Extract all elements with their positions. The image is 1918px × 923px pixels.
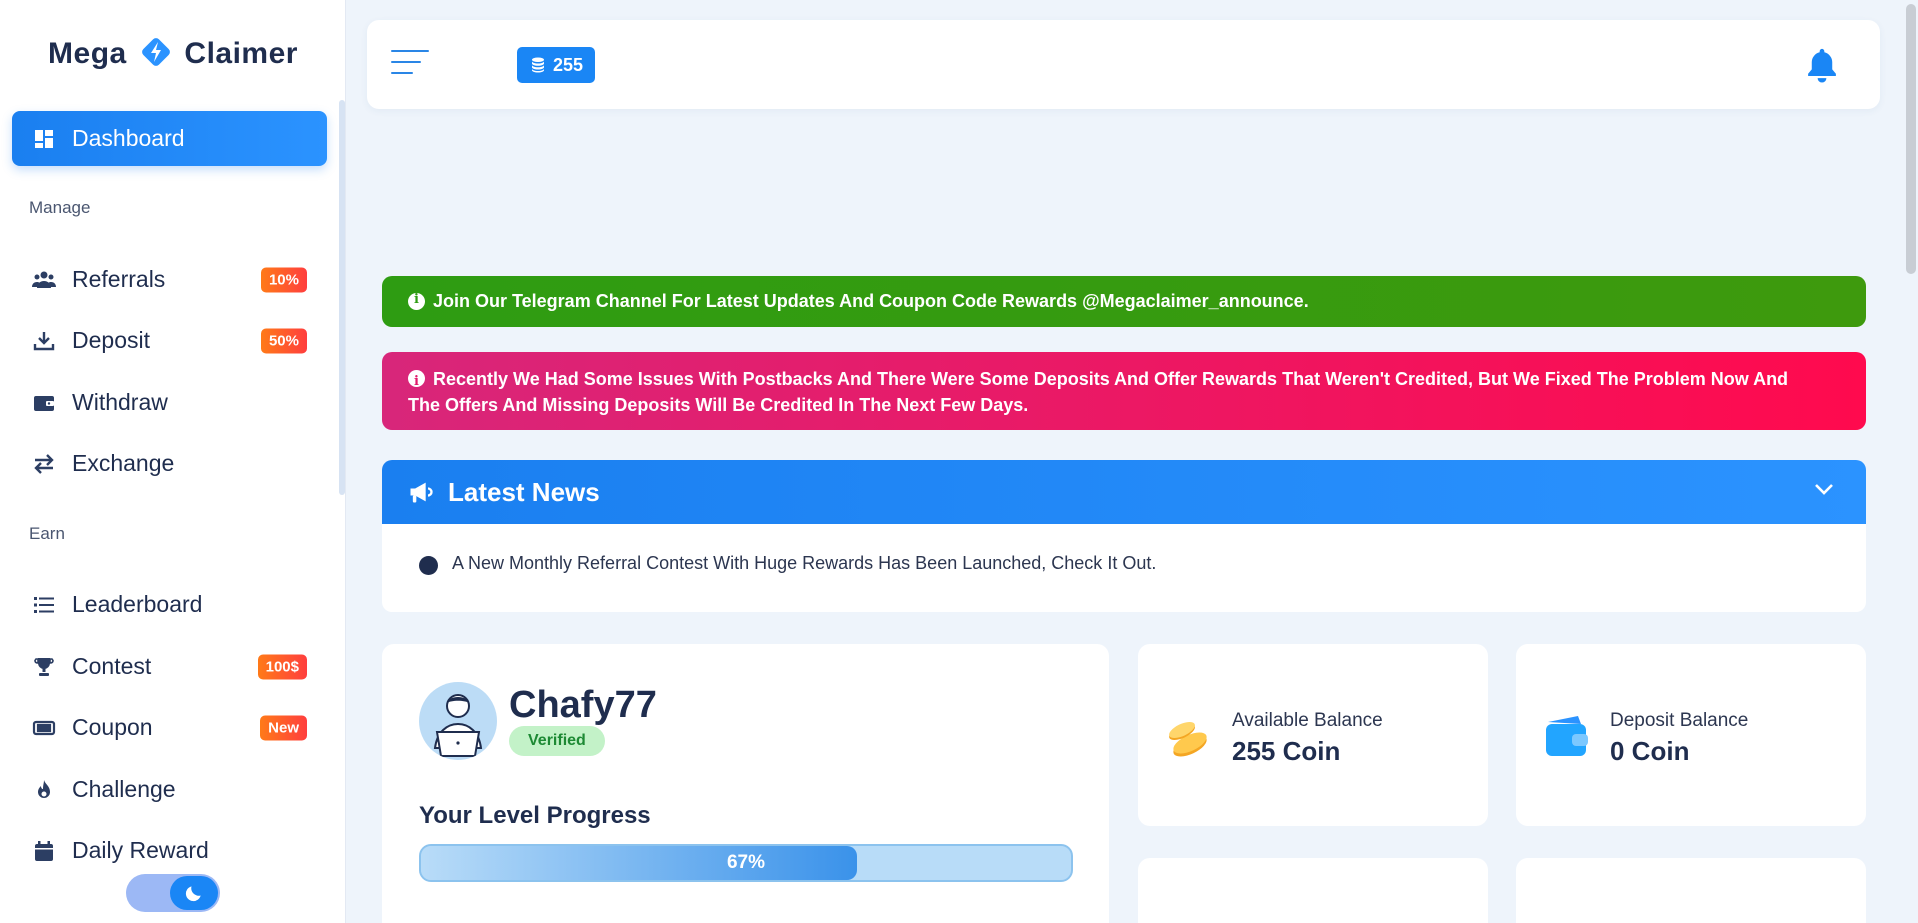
verified-badge: Verified <box>509 726 605 756</box>
deposit-balance-card: Deposit Balance 0 Coin <box>1516 644 1866 826</box>
top-bar: 255 <box>367 20 1880 109</box>
level-progress-title: Your Level Progress <box>419 802 651 829</box>
dashboard-icon <box>30 125 58 153</box>
sidebar: Mega Claimer Dashboard Manage Referrals … <box>0 0 346 923</box>
exchange-icon <box>30 450 58 478</box>
level-progress-bar: 67% <box>419 844 1073 882</box>
news-item-text: A New Monthly Referral Contest With Huge… <box>452 553 1157 573</box>
brand-logo[interactable]: Mega Claimer <box>0 36 346 71</box>
profile-card: Chafy77 Verified Your Level Progress 67% <box>382 644 1109 923</box>
coins-icon <box>532 57 544 73</box>
sidebar-item-label: Coupon <box>72 714 153 740</box>
avatar <box>419 682 497 760</box>
section-label-earn: Earn <box>29 524 65 543</box>
chevron-down-icon[interactable] <box>1814 482 1834 496</box>
username: Chafy77 <box>509 684 657 726</box>
megaphone-icon <box>410 482 433 503</box>
coin-balance-chip[interactable]: 255 <box>517 47 596 83</box>
level-progress-label: 67% <box>726 852 766 873</box>
sidebar-item-daily-reward[interactable]: Daily Reward <box>12 823 327 878</box>
page-scrollbar[interactable] <box>1906 4 1916 274</box>
stat-card-partial <box>1138 858 1488 923</box>
sidebar-item-coupon[interactable]: Coupon New <box>12 700 327 755</box>
sidebar-item-label: Challenge <box>72 776 176 802</box>
brand-name-left: Mega <box>48 37 127 70</box>
sidebar-item-challenge[interactable]: Challenge <box>12 762 327 817</box>
sidebar-item-contest[interactable]: Contest 100$ <box>12 639 327 694</box>
bullet-icon <box>419 556 438 575</box>
sidebar-item-label: Contest <box>72 653 152 679</box>
fire-icon <box>30 776 58 804</box>
users-icon <box>30 266 58 294</box>
postbacks-alert-line2: The Offers And Missing Deposits Will Be … <box>408 395 1029 415</box>
coin-count: 255 <box>553 54 584 75</box>
list-icon <box>30 591 58 619</box>
sidebar-item-leaderboard[interactable]: Leaderboard <box>12 577 327 632</box>
deposit-balance-value: 0 Coin <box>1610 736 1690 766</box>
download-icon <box>30 327 58 355</box>
ticket-icon <box>30 714 58 742</box>
sidebar-item-withdraw[interactable]: Withdraw <box>12 375 327 430</box>
referral-badge: 10% <box>260 267 307 292</box>
available-balance-value: 255 Coin <box>1232 736 1341 766</box>
moon-icon <box>170 876 218 910</box>
wallet-icon <box>30 389 58 417</box>
sidebar-item-label: Deposit <box>72 327 150 353</box>
telegram-alert-text: Join Our Telegram Channel For Latest Upd… <box>433 291 1309 311</box>
wallet-icon <box>1546 716 1588 756</box>
postbacks-alert-line1: Recently We Had Some Issues With Postbac… <box>433 369 1789 389</box>
sidebar-item-referrals[interactable]: Referrals 10% <box>12 252 327 307</box>
latest-news-header[interactable]: Latest News <box>382 460 1866 524</box>
sidebar-item-label: Withdraw <box>72 389 168 415</box>
calendar-icon <box>30 837 58 865</box>
sidebar-scrollbar[interactable] <box>339 100 345 495</box>
sidebar-item-label: Leaderboard <box>72 591 203 617</box>
stat-card-partial <box>1516 858 1866 923</box>
contest-badge: 100$ <box>257 654 307 679</box>
info-icon <box>408 369 425 395</box>
sidebar-item-deposit[interactable]: Deposit 50% <box>12 313 327 368</box>
latest-news-panel: Latest News A New Monthly Referral Conte… <box>382 460 1866 612</box>
sidebar-item-exchange[interactable]: Exchange <box>12 436 327 491</box>
available-balance-card: Available Balance 255 Coin <box>1138 644 1488 826</box>
deposit-badge: 50% <box>260 328 307 353</box>
coupon-badge: New <box>260 715 307 740</box>
info-icon <box>408 292 425 310</box>
section-label-manage: Manage <box>29 198 91 217</box>
sidebar-item-label: Referrals <box>72 266 166 292</box>
telegram-alert: Join Our Telegram Channel For Latest Upd… <box>382 276 1866 327</box>
trophy-icon <box>30 653 58 681</box>
brand-name-right: Claimer <box>184 37 298 70</box>
sidebar-item-label: Exchange <box>72 450 175 476</box>
gold-coins-icon <box>1169 721 1207 757</box>
news-item: A New Monthly Referral Contest With Huge… <box>382 524 1866 575</box>
sidebar-item-label: Daily Reward <box>72 837 209 863</box>
sidebar-item-dashboard[interactable]: Dashboard <box>12 111 327 166</box>
available-balance-label: Available Balance <box>1232 710 1383 731</box>
sidebar-item-label: Dashboard <box>72 125 185 151</box>
theme-toggle[interactable] <box>126 874 220 912</box>
latest-news-title: Latest News <box>448 476 600 507</box>
user-laptop-icon <box>433 694 483 757</box>
bolt-icon <box>141 38 170 66</box>
deposit-balance-label: Deposit Balance <box>1610 710 1749 731</box>
bell-icon[interactable] <box>1804 46 1840 84</box>
menu-toggle-icon[interactable] <box>391 50 429 80</box>
postbacks-alert: Recently We Had Some Issues With Postbac… <box>382 352 1866 430</box>
